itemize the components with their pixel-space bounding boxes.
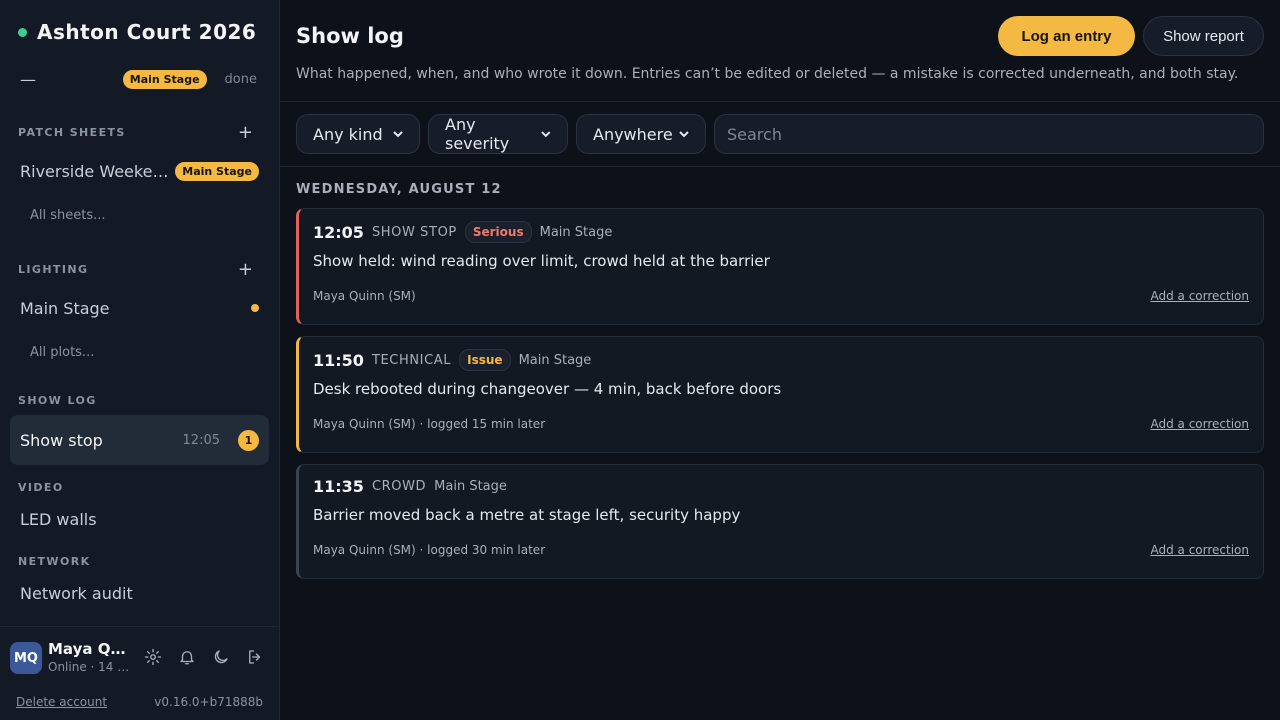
sidebar-item-riverside[interactable]: Riverside Weekender Main Stage bbox=[10, 150, 269, 192]
section-lighting: LIGHTING bbox=[18, 263, 89, 276]
entry-kind: SHOW STOP bbox=[371, 224, 457, 240]
severity-select[interactable]: Any severity bbox=[428, 114, 568, 154]
entry-text: Show held: wind reading over limit, crow… bbox=[313, 252, 770, 270]
entry-kind: TECHNICAL bbox=[371, 352, 452, 368]
section-network: NETWORK bbox=[18, 555, 91, 568]
sidebar-item-show-stop[interactable]: Show stop 12:05 1 bbox=[10, 415, 269, 465]
day-header: WEDNESDAY, AUGUST 12 bbox=[296, 182, 502, 197]
add-correction-link[interactable]: Add a correction bbox=[1150, 289, 1249, 303]
delete-account-link[interactable]: Delete account bbox=[16, 695, 107, 709]
entry-author: Maya Quinn (SM) · logged 15 min later bbox=[313, 417, 546, 431]
chevron-down-icon bbox=[541, 131, 551, 138]
main-content: Show log Log an entry Show report What h… bbox=[280, 0, 1280, 720]
app-brand: Ashton Court 2026 bbox=[18, 20, 256, 44]
chevron-down-icon bbox=[393, 131, 403, 138]
all-plots-link[interactable]: All plots... bbox=[30, 345, 94, 360]
sidebar-item-label: Network audit bbox=[20, 583, 133, 603]
sidebar-item-label: Riverside Weekender bbox=[20, 161, 176, 181]
online-status-dot bbox=[18, 27, 27, 37]
stage-pill: Main Stage bbox=[175, 161, 259, 181]
sidebar-item-main-stage[interactable]: Main Stage bbox=[10, 287, 269, 329]
count-badge: 1 bbox=[238, 429, 259, 451]
entry-time: 11:35 bbox=[313, 477, 364, 496]
header-divider bbox=[280, 101, 1280, 102]
user-status: Online · 14 min ago bbox=[48, 660, 134, 674]
entry-header: 11:35 CROWD Main Stage bbox=[313, 477, 507, 496]
place-select-value: Anywhere bbox=[593, 124, 673, 144]
stage-pill: Main Stage bbox=[122, 69, 207, 89]
show-report-button[interactable]: Show report bbox=[1143, 16, 1264, 56]
severity-badge: Serious bbox=[464, 221, 532, 243]
all-sheets-link[interactable]: All sheets... bbox=[30, 208, 106, 223]
sidebar-item-label: Main Stage bbox=[20, 298, 110, 318]
add-lighting-icon[interactable]: + bbox=[238, 261, 253, 279]
entry-time: 12:05 bbox=[313, 222, 364, 242]
entry-location: Main Stage bbox=[434, 479, 507, 494]
sidebar: Ashton Court 2026 — Main Stage done PATC… bbox=[0, 0, 280, 720]
logout-icon[interactable] bbox=[246, 648, 264, 670]
entry-author: Maya Quinn (SM) bbox=[313, 289, 416, 303]
user-bar: MQ Maya Quinn Online · 14 min ago Delete… bbox=[0, 626, 279, 720]
search-input[interactable] bbox=[714, 114, 1264, 154]
gear-icon[interactable] bbox=[144, 648, 162, 670]
bell-icon[interactable] bbox=[178, 648, 196, 670]
avatar[interactable]: MQ bbox=[10, 642, 42, 674]
section-patch-sheets: PATCH SHEETS bbox=[18, 126, 126, 139]
entry-time: 11:50 bbox=[313, 350, 364, 370]
entry-header: 12:05 SHOW STOP Serious Main Stage bbox=[313, 221, 612, 243]
section-show-log: SHOW LOG bbox=[18, 394, 97, 407]
add-correction-link[interactable]: Add a correction bbox=[1150, 543, 1249, 557]
log-entry-card: 11:35 CROWD Main Stage Barrier moved bac… bbox=[296, 464, 1264, 579]
sidebar-item-network-audit[interactable]: Network audit bbox=[10, 572, 269, 614]
sidebar-item-label: Show stop bbox=[20, 430, 103, 450]
severity-badge: Issue bbox=[459, 349, 511, 371]
entry-kind: CROWD bbox=[371, 479, 427, 494]
log-entry-card: 11:50 TECHNICAL Issue Main Stage Desk re… bbox=[296, 336, 1264, 453]
unsaved-dot-icon bbox=[251, 304, 259, 312]
severity-select-value: Any severity bbox=[445, 115, 510, 153]
page-subtitle: What happened, when, and who wrote it do… bbox=[296, 66, 1239, 82]
filter-divider bbox=[280, 166, 1280, 167]
entry-location: Main Stage bbox=[539, 224, 613, 240]
version-label: v0.16.0+b71888b bbox=[154, 695, 263, 709]
status-done: done bbox=[224, 71, 257, 87]
app-title: Ashton Court 2026 bbox=[37, 20, 257, 44]
page-title: Show log bbox=[296, 24, 404, 48]
kind-select[interactable]: Any kind bbox=[296, 114, 420, 154]
section-video: VIDEO bbox=[18, 481, 64, 494]
log-entry-button[interactable]: Log an entry bbox=[998, 16, 1135, 56]
entry-author: Maya Quinn (SM) · logged 30 min later bbox=[313, 543, 546, 557]
entry-text: Desk rebooted during changeover — 4 min,… bbox=[313, 380, 782, 398]
place-select[interactable]: Anywhere bbox=[576, 114, 706, 154]
entry-header: 11:50 TECHNICAL Issue Main Stage bbox=[313, 349, 591, 371]
user-actions bbox=[144, 648, 264, 670]
chevron-down-icon bbox=[679, 131, 689, 138]
user-name: Maya Quinn bbox=[48, 640, 134, 658]
sidebar-item-led-walls[interactable]: LED walls bbox=[10, 498, 269, 540]
sidebar-item-label: LED walls bbox=[20, 509, 97, 529]
kind-select-value: Any kind bbox=[313, 124, 383, 144]
add-correction-link[interactable]: Add a correction bbox=[1150, 417, 1249, 431]
add-patch-sheet-icon[interactable]: + bbox=[238, 124, 253, 142]
moon-icon[interactable] bbox=[212, 648, 230, 670]
sidebar-item-time: 12:05 bbox=[182, 432, 220, 448]
status-dash: — bbox=[20, 69, 36, 89]
entry-text: Barrier moved back a metre at stage left… bbox=[313, 506, 741, 524]
entry-location: Main Stage bbox=[518, 352, 592, 368]
log-entry-card: 12:05 SHOW STOP Serious Main Stage Show … bbox=[296, 208, 1264, 325]
status-row: — Main Stage done bbox=[18, 68, 257, 90]
